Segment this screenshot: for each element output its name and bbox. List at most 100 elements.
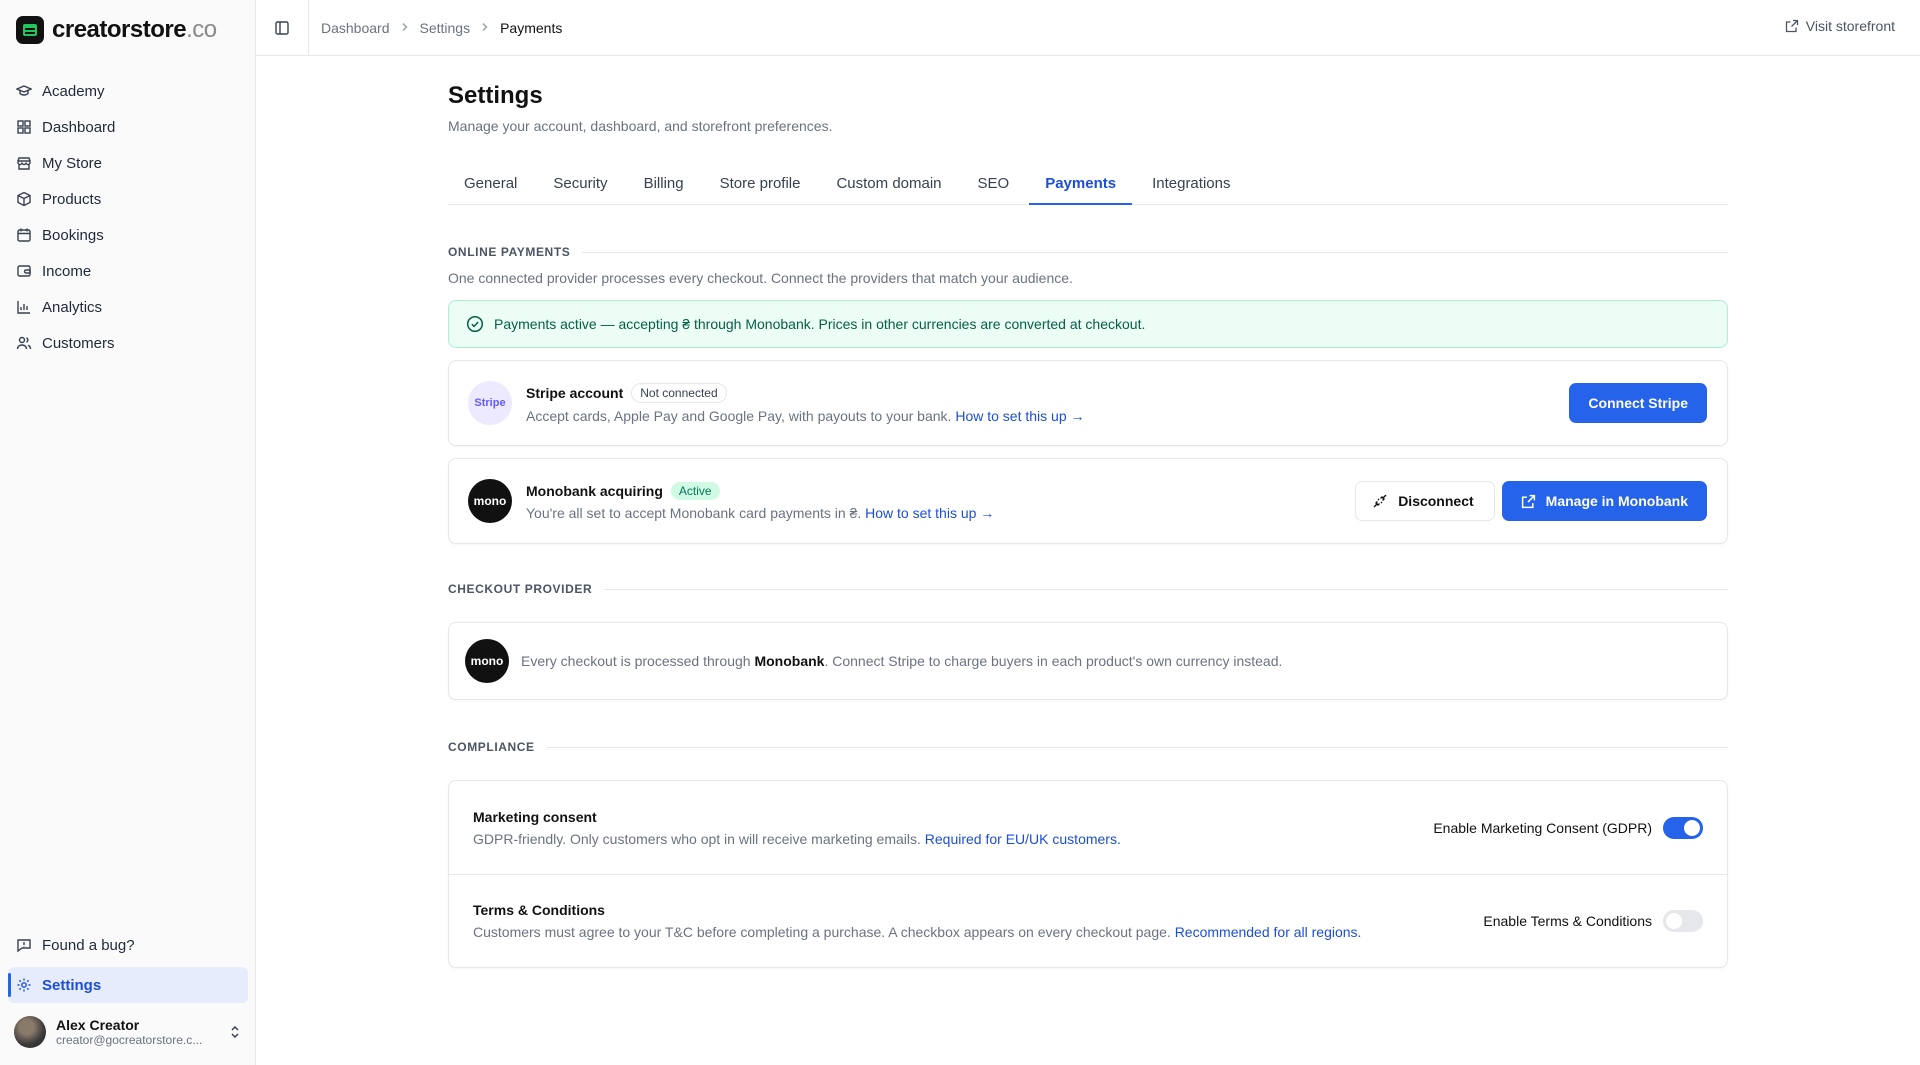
tab-integrations[interactable]: Integrations <box>1136 164 1246 205</box>
tab-security[interactable]: Security <box>537 164 623 205</box>
checkout-provider-heading: CHECKOUT PROVIDER <box>448 582 1728 596</box>
terms-row: Terms & Conditions Customers must agree … <box>449 874 1727 967</box>
breadcrumb-settings[interactable]: Settings <box>420 20 471 36</box>
avatar <box>14 1016 46 1048</box>
sidebar-toggle-button[interactable] <box>256 0 309 56</box>
sidebar-nav: Academy Dashboard My Store Products Book… <box>8 73 248 361</box>
payments-active-alert: Payments active — accepting ₴ through Mo… <box>448 300 1728 348</box>
stripe-logo: Stripe <box>468 381 512 425</box>
terms-toggle[interactable] <box>1663 910 1703 932</box>
checkout-provider-card: mono Every checkout is processed through… <box>448 622 1728 700</box>
user-menu[interactable]: Alex Creator creator@gocreatorstore.c... <box>14 1016 242 1048</box>
graduation-cap-icon <box>16 85 32 96</box>
layout-grid-icon <box>17 120 31 134</box>
terms-title: Terms & Conditions <box>473 902 605 918</box>
alert-text: Payments active — accepting ₴ through Mo… <box>494 316 1146 332</box>
wallet-icon <box>17 265 31 277</box>
sidebar-item-label: Bookings <box>42 226 104 244</box>
tab-seo[interactable]: SEO <box>962 164 1026 205</box>
sidebar-bottom: Found a bug? Settings <box>8 927 248 1003</box>
marketing-consent-title: Marketing consent <box>473 808 597 825</box>
monobank-setup-link[interactable]: How to set this up → <box>865 505 994 521</box>
tab-store-profile[interactable]: Store profile <box>704 164 817 205</box>
sidebar-item-label: Settings <box>42 976 102 994</box>
manage-monobank-button[interactable]: Manage in Monobank <box>1501 481 1707 521</box>
external-link-icon <box>1521 494 1535 508</box>
marketing-consent-row: Marketing consent GDPR-friendly. Only cu… <box>449 781 1727 874</box>
sidebar-item-dashboard[interactable]: Dashboard <box>8 109 248 145</box>
page-title: Settings <box>448 82 543 109</box>
brand-logo[interactable]: creatorstore.co <box>16 16 217 44</box>
unplug-icon <box>1373 494 1387 508</box>
sidebar-item-label: Analytics <box>42 298 103 316</box>
sidebar-item-income[interactable]: Income <box>8 253 248 289</box>
found-bug-label: Found a bug? <box>42 936 135 954</box>
terms-link[interactable]: Recommended for all regions. <box>1175 924 1362 940</box>
marketing-consent-toggle[interactable] <box>1663 816 1703 839</box>
external-link-icon <box>1785 19 1798 33</box>
connect-stripe-button[interactable]: Connect Stripe <box>1569 383 1707 423</box>
breadcrumb-dashboard[interactable]: Dashboard <box>321 20 390 36</box>
tab-billing[interactable]: Billing <box>628 164 700 205</box>
stripe-name: Stripe account <box>526 384 624 401</box>
sidebar-item-label: My Store <box>42 154 103 172</box>
sidebar: creatorstore.co Academy Dashboard My Sto… <box>0 0 256 1065</box>
breadcrumb-current: Payments <box>500 19 563 36</box>
compliance-card: Marketing consent GDPR-friendly. Only cu… <box>448 780 1728 968</box>
tab-general[interactable]: General <box>448 164 533 205</box>
settings-tabs: General Security Billing Store profile C… <box>448 164 1728 205</box>
chevron-right-icon <box>480 21 490 35</box>
monobank-logo: mono <box>468 479 512 523</box>
sidebar-item-label: Dashboard <box>42 118 116 136</box>
store-icon <box>17 157 31 170</box>
sidebar-item-bookings[interactable]: Bookings <box>8 217 248 253</box>
stripe-setup-link[interactable]: How to set this up → <box>955 408 1084 424</box>
found-bug-button[interactable]: Found a bug? <box>8 927 248 963</box>
panel-left-icon <box>275 20 289 35</box>
sidebar-item-label: Products <box>42 190 102 208</box>
monobank-name: Monobank acquiring <box>526 482 663 499</box>
settings-page: Settings Manage your account, dashboard,… <box>448 56 1728 968</box>
brand-name: creatorstore.co <box>52 16 217 43</box>
disconnect-button[interactable]: Disconnect <box>1355 481 1495 521</box>
breadcrumb: Dashboard Settings Payments <box>309 20 562 36</box>
sidebar-item-settings[interactable]: Settings <box>8 967 248 1003</box>
terms-toggle-label: Enable Terms & Conditions <box>1483 913 1652 929</box>
marketing-consent-link[interactable]: Required for EU/UK customers. <box>925 831 1121 847</box>
checkout-text: Every checkout is processed through Mono… <box>521 653 1283 669</box>
sidebar-item-academy[interactable]: Academy <box>8 73 248 109</box>
sidebar-item-label: Academy <box>42 82 105 100</box>
visit-storefront-link[interactable]: Visit storefront <box>1785 18 1895 34</box>
bar-chart-icon <box>17 301 30 314</box>
message-square-icon <box>17 939 31 953</box>
monobank-desc: You're all set to accept Monobank card p… <box>526 504 995 521</box>
online-payments-heading: ONLINE PAYMENTS <box>448 245 1728 259</box>
sidebar-item-customers[interactable]: Customers <box>8 325 248 361</box>
visit-storefront-label: Visit storefront <box>1805 18 1895 34</box>
terms-desc: Customers must agree to your T&C before … <box>473 924 1362 940</box>
page-subtitle: Manage your account, dashboard, and stor… <box>448 118 833 134</box>
monobank-provider-card: mono Monobank acquiring Active You're al… <box>448 458 1728 544</box>
package-icon <box>17 191 31 207</box>
tab-custom-domain[interactable]: Custom domain <box>820 164 957 205</box>
users-icon <box>16 336 32 350</box>
sidebar-item-analytics[interactable]: Analytics <box>8 289 248 325</box>
check-circle-icon <box>466 315 484 333</box>
marketing-consent-toggle-label: Enable Marketing Consent (GDPR) <box>1433 819 1652 836</box>
status-badge: Active <box>670 481 720 500</box>
sidebar-item-label: Income <box>42 262 92 280</box>
tab-payments[interactable]: Payments <box>1029 164 1133 205</box>
chevrons-up-down-icon <box>231 1025 239 1039</box>
gear-icon <box>17 978 31 992</box>
stripe-desc: Accept cards, Apple Pay and Google Pay, … <box>526 407 1085 424</box>
calendar-icon <box>17 228 31 242</box>
user-name: Alex Creator <box>56 1017 140 1033</box>
compliance-heading: COMPLIANCE <box>448 740 1728 754</box>
sidebar-item-products[interactable]: Products <box>8 181 248 217</box>
online-payments-desc: One connected provider processes every c… <box>448 270 1073 286</box>
marketing-consent-desc: GDPR-friendly. Only customers who opt in… <box>473 830 1121 847</box>
chevron-right-icon <box>400 21 410 35</box>
sidebar-item-my-store[interactable]: My Store <box>8 145 248 181</box>
status-badge: Not connected <box>631 382 727 403</box>
user-email: creator@gocreatorstore.c... <box>56 1033 203 1047</box>
